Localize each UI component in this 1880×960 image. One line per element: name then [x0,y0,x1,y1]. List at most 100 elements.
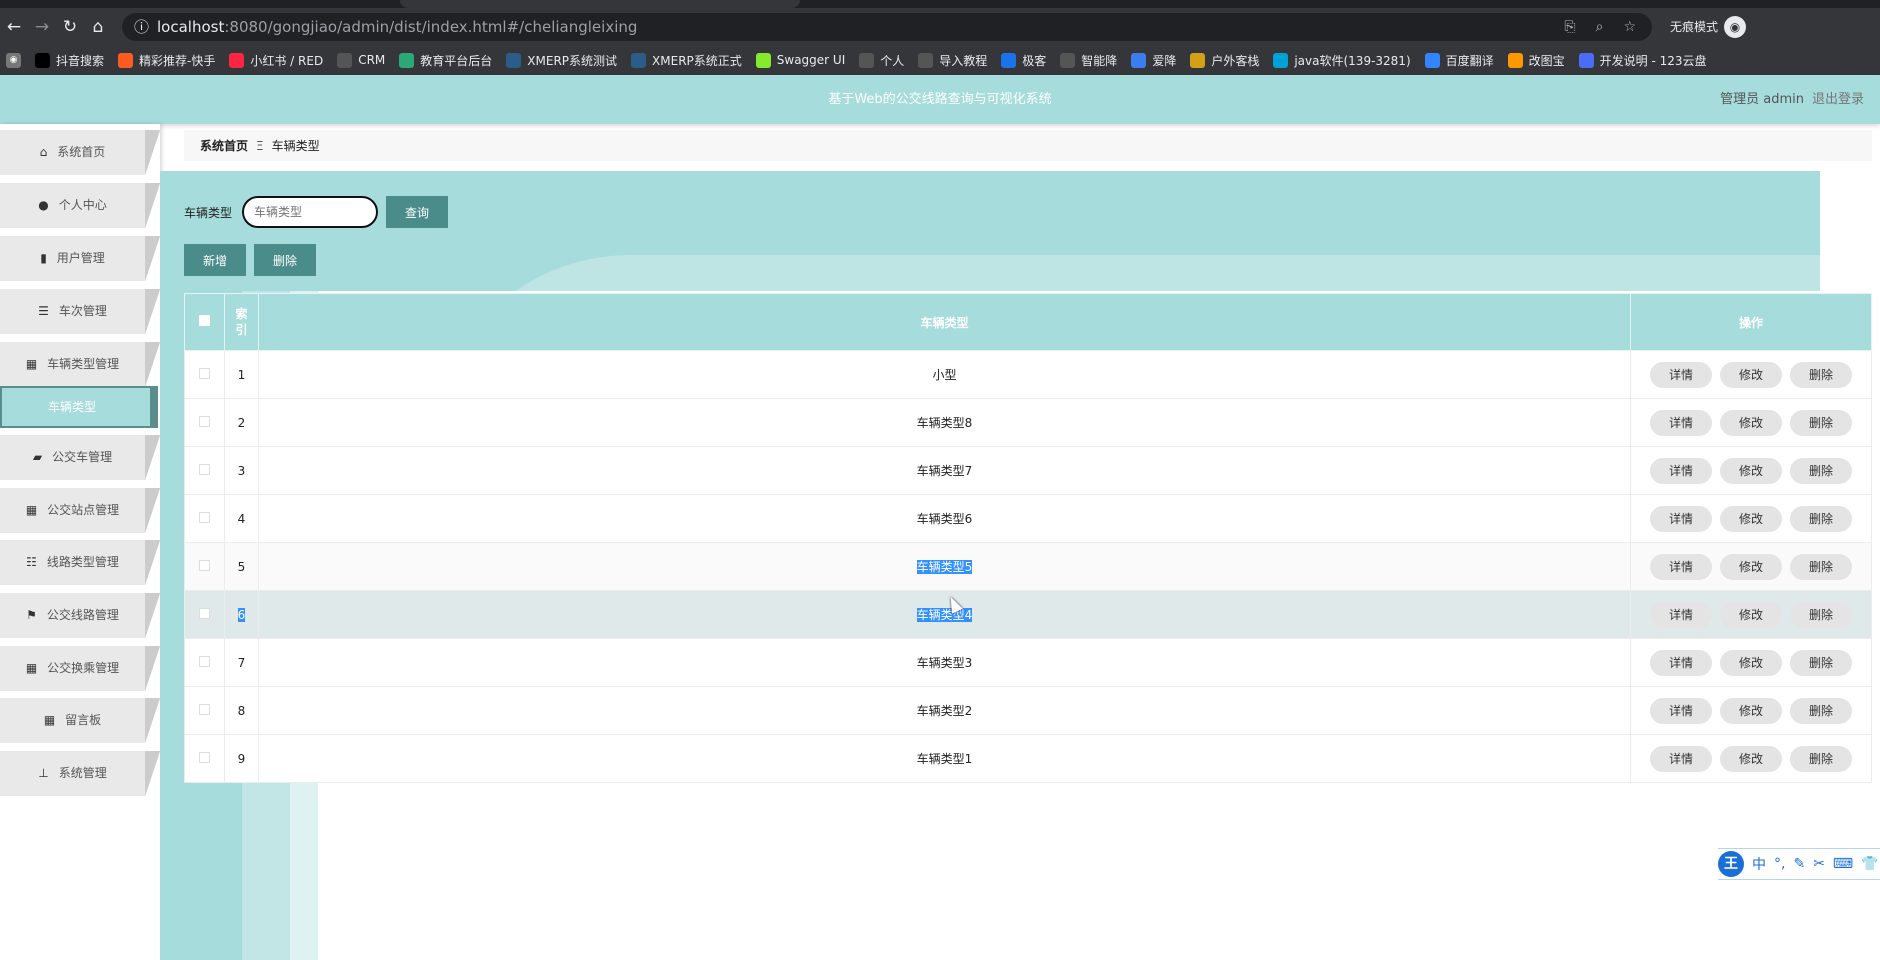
edit-button[interactable]: 修改 [1720,601,1782,628]
edit-button[interactable]: 修改 [1720,553,1782,580]
row-checkbox[interactable] [199,607,210,619]
delete-button[interactable]: 删除 [1790,409,1852,436]
table-row[interactable]: 8 车辆类型2 详情 修改 删除 [184,686,1872,735]
bookmark-item[interactable]: Swagger UI [755,52,845,68]
sidebar-item[interactable]: ⚑ 公交线路管理 [0,593,160,638]
edit-button[interactable]: 修改 [1720,409,1782,436]
delete-button[interactable]: 删除 [1790,361,1852,388]
bookmark-item[interactable]: 个人 [859,52,904,69]
delete-button[interactable]: 删除 [1790,505,1852,532]
table-row[interactable]: 5 车辆类型5 详情 修改 删除 [184,542,1872,591]
batch-delete-button[interactable]: 删除 [254,244,316,276]
row-checkbox[interactable] [199,559,210,571]
bookmark-item[interactable]: 爱降 [1131,52,1176,69]
add-button[interactable]: 新增 [184,244,246,276]
table-row[interactable]: 9 车辆类型1 详情 修改 删除 [184,734,1872,783]
search-button[interactable]: 查询 [386,196,449,228]
bookmark-item[interactable]: XMERP系统测试 [506,52,617,69]
address-bar[interactable]: ⓘ localhost:8080/gongjiao/admin/dist/ind… [122,12,1652,41]
sidebar-item[interactable]: ▮ 用户管理 [0,236,160,281]
bookmark-item[interactable]: 精彩推荐-快手 [118,52,215,69]
bookmark-item[interactable]: CRM [337,52,385,68]
bookmark-item[interactable]: 抖音搜索 [35,52,104,69]
type-header[interactable]: 车辆类型 [258,293,1631,351]
edit-button[interactable]: 修改 [1720,745,1782,772]
row-checkbox[interactable] [199,415,210,427]
edit-button[interactable]: 修改 [1720,697,1782,724]
ime-punct[interactable]: °, [1774,856,1785,872]
detail-button[interactable]: 详情 [1650,697,1712,724]
bookmark-item[interactable]: 智能降 [1060,52,1117,69]
table-row[interactable]: 2 车辆类型8 详情 修改 删除 [184,398,1872,447]
bookmark-item[interactable]: 百度翻译 [1424,52,1494,69]
scissors-icon[interactable]: ✂ [1813,856,1825,872]
sidebar-item[interactable]: ▦ 车辆类型管理 [0,342,160,387]
delete-button[interactable]: 删除 [1790,745,1852,772]
detail-button[interactable]: 详情 [1650,601,1712,628]
translate-icon[interactable]: ⎘ [1564,19,1575,35]
bookmark-item[interactable]: XMERP系统正式 [631,52,742,69]
sidebar-item[interactable]: ⊥ 系统管理 [0,751,160,796]
detail-button[interactable]: 详情 [1650,745,1712,772]
detail-button[interactable]: 详情 [1650,553,1712,580]
sidebar-item[interactable]: ☰ 车次管理 [0,289,160,334]
vehicle-type-search-input[interactable] [242,196,379,228]
table-row[interactable]: 3 车辆类型7 详情 修改 删除 [184,446,1872,495]
bookmark-item[interactable]: 改图宝 [1507,52,1565,69]
row-checkbox[interactable] [199,655,210,667]
sidebar-item[interactable]: ▦ 公交站点管理 [0,488,160,533]
forward-icon[interactable]: → [28,17,56,37]
bookmark-item[interactable]: java软件(139-3281) [1273,52,1411,69]
select-all-checkbox[interactable] [199,315,210,326]
delete-button[interactable]: 删除 [1790,601,1852,628]
detail-button[interactable]: 详情 [1650,649,1712,676]
sidebar-item[interactable]: ⌂ 系统首页 [0,130,160,175]
sidebar-item[interactable]: ▦ 留言板 [0,698,160,743]
row-checkbox[interactable] [199,751,210,763]
home-icon[interactable]: ⌂ [84,17,112,37]
row-checkbox[interactable] [199,511,210,523]
sidebar-subitem-vehicle-type[interactable]: 车辆类型 [0,386,158,428]
bookmark-item[interactable]: 户外客栈 [1190,52,1259,69]
delete-button[interactable]: 删除 [1790,553,1852,580]
breadcrumb-home[interactable]: 系统首页 [200,137,248,154]
sidebar-item[interactable]: ▦ 公交换乘管理 [0,646,160,691]
delete-button[interactable]: 删除 [1790,457,1852,484]
edit-button[interactable]: 修改 [1720,505,1782,532]
sidebar-item[interactable]: ☷ 线路类型管理 [0,540,160,585]
skin-icon[interactable]: 👕 [1861,856,1878,872]
delete-button[interactable]: 删除 [1790,649,1852,676]
row-checkbox[interactable] [199,463,210,475]
edit-button[interactable]: 修改 [1720,649,1782,676]
ime-mode[interactable]: 中 [1752,854,1766,874]
table-row[interactable]: 6 车辆类型4 详情 修改 删除 [184,590,1872,639]
bookmark-item[interactable]: 教育平台后台 [399,52,492,69]
table-row[interactable]: 4 车辆类型6 详情 修改 删除 [184,494,1872,543]
zoom-icon[interactable]: ⌕ [1596,19,1604,35]
detail-button[interactable]: 详情 [1650,361,1712,388]
edit-button[interactable]: 修改 [1720,361,1782,388]
bookmark-item[interactable]: 开发说明 - 123云盘 [1578,52,1707,69]
star-icon[interactable]: ☆ [1623,19,1636,35]
incognito-indicator[interactable]: 无痕模式 ◉ [1670,15,1747,38]
info-icon[interactable]: ⓘ [134,16,149,37]
table-row[interactable]: 1 小型 详情 修改 删除 [184,350,1872,399]
edit-button[interactable]: 修改 [1720,457,1782,484]
table-row[interactable]: 7 车辆类型3 详情 修改 删除 [184,638,1872,687]
detail-button[interactable]: 详情 [1650,505,1712,532]
reload-icon[interactable]: ↻ [56,17,84,37]
bookmark-icon-apps[interactable]: ◉ [6,52,21,68]
bookmark-item[interactable]: 小红书 / RED [229,52,323,69]
detail-button[interactable]: 详情 [1650,409,1712,436]
pen-icon[interactable]: ✎ [1793,856,1805,872]
sidebar-item[interactable]: ● 个人中心 [0,183,160,228]
bookmark-item[interactable]: 极客 [1001,52,1046,69]
row-checkbox[interactable] [199,367,210,379]
back-icon[interactable]: ← [0,17,28,37]
logout-link[interactable]: 退出登录 [1812,92,1864,107]
row-checkbox[interactable] [199,703,210,715]
ime-logo[interactable]: 王 [1718,851,1744,877]
delete-button[interactable]: 删除 [1790,697,1852,724]
keyboard-icon[interactable]: ⌨ [1833,856,1853,872]
sidebar-item[interactable]: ▰ 公交车管理 [0,435,160,480]
